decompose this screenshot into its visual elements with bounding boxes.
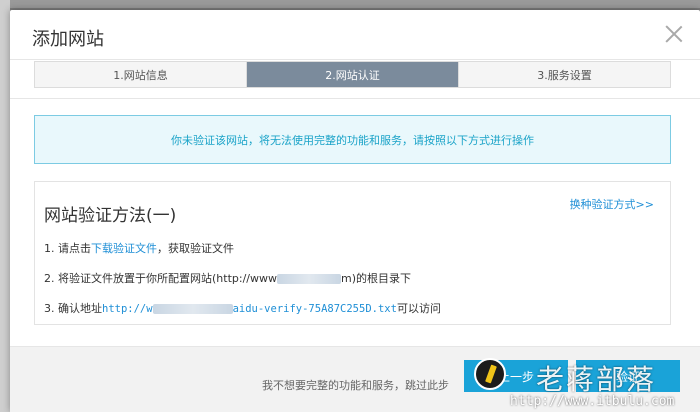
instruction-step-3: 3. 确认地址http://w aidu-verify-75A87C255D.tx… [44, 302, 441, 315]
skip-step-text[interactable]: 我不想要完整的功能和服务，跳过此步 [262, 377, 449, 393]
verification-notice: 你未验证该网站，将无法使用完整的功能和服务，请按照以下方式进行操作 [34, 115, 671, 164]
step-service-settings: 3.服务设置 [458, 62, 670, 87]
redacted-domain [276, 274, 341, 284]
background-app-strip [0, 0, 10, 412]
close-icon[interactable] [664, 24, 684, 44]
watermark-brand: 老蒋部落 [536, 363, 657, 396]
dialog-title: 添加网站 [32, 29, 104, 50]
instruction-step-2: 2. 将验证文件放置于你所配置网站(http://www m)的根目录下 [44, 272, 411, 285]
step-site-info: 1.网站信息 [35, 62, 246, 87]
dialog-header: 添加网站 [10, 10, 700, 60]
step-indicator: 1.网站信息 2.网站认证 3.服务设置 [34, 61, 671, 88]
watermark: 老蒋部落 http://www.itbulu.com [470, 352, 700, 412]
instruction-step-1: 1. 请点击下载验证文件，获取验证文件 [44, 242, 234, 255]
pencil-logo-icon [474, 358, 506, 390]
step-site-verify: 2.网站认证 [246, 62, 458, 87]
method-title: 网站验证方法(一) [44, 206, 177, 226]
background-topbar [0, 0, 700, 8]
verify-url-link[interactable]: http://w aidu-verify-75A87C255D.txt [102, 303, 397, 315]
watermark-url: http://www.itbulu.com [510, 394, 675, 409]
verification-method-panel: 网站验证方法(一) 换种验证方式>> 1. 请点击下载验证文件，获取验证文件 2… [34, 181, 671, 325]
header-divider [10, 98, 700, 99]
switch-method-link[interactable]: 换种验证方式>> [570, 196, 654, 212]
redacted-url-part [152, 304, 233, 314]
download-file-link[interactable]: 下载验证文件 [91, 242, 157, 255]
